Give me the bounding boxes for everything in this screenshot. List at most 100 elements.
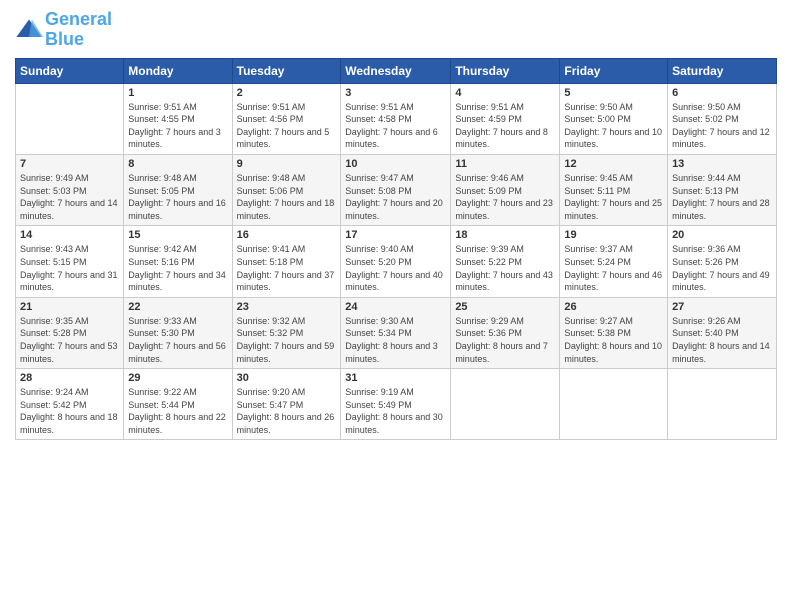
calendar-cell [560,369,668,440]
calendar-cell: 6 Sunrise: 9:50 AMSunset: 5:02 PMDaylight… [668,83,777,154]
calendar-cell: 12 Sunrise: 9:45 AMSunset: 5:11 PMDayligh… [560,154,668,225]
day-number: 22 [128,301,227,313]
day-number: 20 [672,229,772,241]
page: General Blue SundayMondayTuesdayWednesda… [0,0,792,612]
day-detail: Sunrise: 9:39 AMSunset: 5:22 PMDaylight:… [455,243,555,293]
calendar-table: SundayMondayTuesdayWednesdayThursdayFrid… [15,58,777,441]
day-number: 17 [345,229,446,241]
day-detail: Sunrise: 9:45 AMSunset: 5:11 PMDaylight:… [564,172,663,222]
weekday-header-wednesday: Wednesday [341,58,451,83]
day-number: 9 [237,158,337,170]
day-number: 6 [672,87,772,99]
day-detail: Sunrise: 9:33 AMSunset: 5:30 PMDaylight:… [128,315,227,365]
calendar-cell: 9 Sunrise: 9:48 AMSunset: 5:06 PMDaylight… [232,154,341,225]
weekday-header-row: SundayMondayTuesdayWednesdayThursdayFrid… [16,58,777,83]
calendar-cell: 20 Sunrise: 9:36 AMSunset: 5:26 PMDayligh… [668,226,777,297]
calendar-cell: 10 Sunrise: 9:47 AMSunset: 5:08 PMDayligh… [341,154,451,225]
day-number: 7 [20,158,119,170]
day-number: 27 [672,301,772,313]
day-number: 11 [455,158,555,170]
calendar-cell: 13 Sunrise: 9:44 AMSunset: 5:13 PMDayligh… [668,154,777,225]
day-number: 30 [237,372,337,384]
day-detail: Sunrise: 9:41 AMSunset: 5:18 PMDaylight:… [237,243,337,293]
calendar-cell: 18Sunrise: 9:39 AMSunset: 5:22 PMDayligh… [451,226,560,297]
calendar-cell: 14Sunrise: 9:43 AMSunset: 5:15 PMDayligh… [16,226,124,297]
calendar-cell: 24Sunrise: 9:30 AMSunset: 5:34 PMDayligh… [341,297,451,368]
day-detail: Sunrise: 9:24 AMSunset: 5:42 PMDaylight:… [20,386,119,436]
week-row-4: 21 Sunrise: 9:35 AMSunset: 5:28 PMDayligh… [16,297,777,368]
weekday-header-friday: Friday [560,58,668,83]
header: General Blue [15,10,777,50]
day-detail: Sunrise: 9:51 AMSunset: 4:59 PMDaylight:… [455,101,555,151]
calendar-cell: 2 Sunrise: 9:51 AMSunset: 4:56 PMDaylight… [232,83,341,154]
logo-icon [15,16,43,44]
logo-text: General Blue [45,10,112,50]
week-row-1: 1 Sunrise: 9:51 AMSunset: 4:55 PMDaylight… [16,83,777,154]
day-number: 21 [20,301,119,313]
calendar-cell: 19Sunrise: 9:37 AMSunset: 5:24 PMDayligh… [560,226,668,297]
day-detail: Sunrise: 9:19 AMSunset: 5:49 PMDaylight:… [345,386,446,436]
day-detail: Sunrise: 9:32 AMSunset: 5:32 PMDaylight:… [237,315,337,365]
day-detail: Sunrise: 9:43 AMSunset: 5:15 PMDaylight:… [20,243,119,293]
calendar-header: SundayMondayTuesdayWednesdayThursdayFrid… [16,58,777,83]
day-number: 2 [237,87,337,99]
day-detail: Sunrise: 9:47 AMSunset: 5:08 PMDaylight:… [345,172,446,222]
day-number: 10 [345,158,446,170]
calendar-cell: 1 Sunrise: 9:51 AMSunset: 4:55 PMDaylight… [124,83,232,154]
weekday-header-saturday: Saturday [668,58,777,83]
day-detail: Sunrise: 9:50 AMSunset: 5:02 PMDaylight:… [672,101,772,151]
week-row-2: 7 Sunrise: 9:49 AMSunset: 5:03 PMDaylight… [16,154,777,225]
day-detail: Sunrise: 9:22 AMSunset: 5:44 PMDaylight:… [128,386,227,436]
day-number: 5 [564,87,663,99]
calendar-cell: 16Sunrise: 9:41 AMSunset: 5:18 PMDayligh… [232,226,341,297]
day-number: 1 [128,87,227,99]
calendar-cell: 4 Sunrise: 9:51 AMSunset: 4:59 PMDaylight… [451,83,560,154]
calendar-cell: 17 Sunrise: 9:40 AMSunset: 5:20 PMDayligh… [341,226,451,297]
calendar-cell: 21 Sunrise: 9:35 AMSunset: 5:28 PMDayligh… [16,297,124,368]
calendar-cell: 26 Sunrise: 9:27 AMSunset: 5:38 PMDayligh… [560,297,668,368]
day-detail: Sunrise: 9:35 AMSunset: 5:28 PMDaylight:… [20,315,119,365]
day-detail: Sunrise: 9:36 AMSunset: 5:26 PMDaylight:… [672,243,772,293]
day-number: 4 [455,87,555,99]
day-number: 13 [672,158,772,170]
calendar-cell [668,369,777,440]
day-number: 19 [564,229,663,241]
calendar-cell: 8Sunrise: 9:48 AMSunset: 5:05 PMDaylight… [124,154,232,225]
day-detail: Sunrise: 9:46 AMSunset: 5:09 PMDaylight:… [455,172,555,222]
day-number: 3 [345,87,446,99]
day-detail: Sunrise: 9:51 AMSunset: 4:55 PMDaylight:… [128,101,227,151]
calendar-cell [451,369,560,440]
day-detail: Sunrise: 9:51 AMSunset: 4:58 PMDaylight:… [345,101,446,151]
day-number: 23 [237,301,337,313]
day-number: 28 [20,372,119,384]
calendar-cell: 3 Sunrise: 9:51 AMSunset: 4:58 PMDaylight… [341,83,451,154]
week-row-3: 14Sunrise: 9:43 AMSunset: 5:15 PMDayligh… [16,226,777,297]
weekday-header-monday: Monday [124,58,232,83]
day-detail: Sunrise: 9:26 AMSunset: 5:40 PMDaylight:… [672,315,772,365]
day-detail: Sunrise: 9:20 AMSunset: 5:47 PMDaylight:… [237,386,337,436]
calendar-cell: 27 Sunrise: 9:26 AMSunset: 5:40 PMDayligh… [668,297,777,368]
day-detail: Sunrise: 9:40 AMSunset: 5:20 PMDaylight:… [345,243,446,293]
calendar-cell: 30 Sunrise: 9:20 AMSunset: 5:47 PMDayligh… [232,369,341,440]
day-detail: Sunrise: 9:44 AMSunset: 5:13 PMDaylight:… [672,172,772,222]
day-number: 26 [564,301,663,313]
weekday-header-sunday: Sunday [16,58,124,83]
day-number: 24 [345,301,446,313]
day-number: 31 [345,372,446,384]
day-number: 25 [455,301,555,313]
calendar-cell: 11 Sunrise: 9:46 AMSunset: 5:09 PMDayligh… [451,154,560,225]
logo: General Blue [15,10,112,50]
day-detail: Sunrise: 9:51 AMSunset: 4:56 PMDaylight:… [237,101,337,151]
calendar-cell: 23 Sunrise: 9:32 AMSunset: 5:32 PMDayligh… [232,297,341,368]
day-detail: Sunrise: 9:48 AMSunset: 5:06 PMDaylight:… [237,172,337,222]
day-detail: Sunrise: 9:49 AMSunset: 5:03 PMDaylight:… [20,172,119,222]
calendar-cell: 28 Sunrise: 9:24 AMSunset: 5:42 PMDayligh… [16,369,124,440]
day-detail: Sunrise: 9:27 AMSunset: 5:38 PMDaylight:… [564,315,663,365]
week-row-5: 28 Sunrise: 9:24 AMSunset: 5:42 PMDayligh… [16,369,777,440]
day-detail: Sunrise: 9:48 AMSunset: 5:05 PMDaylight:… [128,172,227,222]
calendar-cell [16,83,124,154]
day-detail: Sunrise: 9:29 AMSunset: 5:36 PMDaylight:… [455,315,555,365]
calendar-cell: 25 Sunrise: 9:29 AMSunset: 5:36 PMDayligh… [451,297,560,368]
day-number: 12 [564,158,663,170]
day-detail: Sunrise: 9:42 AMSunset: 5:16 PMDaylight:… [128,243,227,293]
